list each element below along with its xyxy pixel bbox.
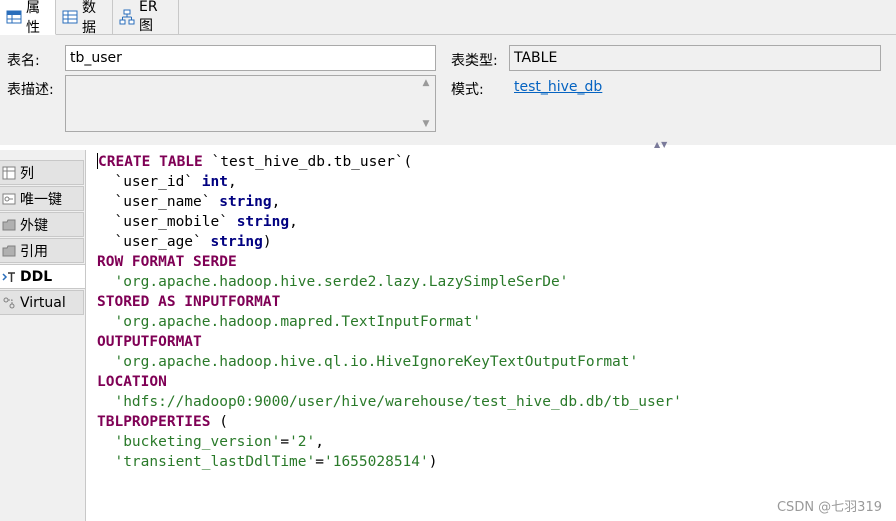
ddl-token: ROW FORMAT SERDE [97,254,237,270]
ddl-token: int [201,174,228,190]
ddl-line: `user_mobile` string, [97,212,887,232]
ddl-line: 'bucketing_version'='2', [97,432,887,452]
ddl-token: TBLPROPERTIES [97,414,211,430]
side-tab-virtual[interactable]: Virtual [0,290,84,315]
ddl-token: 'org.apache.hadoop.hive.ql.io.HiveIgnore… [97,354,639,370]
tab-data[interactable]: 数据 [56,0,113,36]
properties-form: 表名: tb_user 表类型: TABLE 表描述: ▲ ▼ 模式: test… [0,35,896,145]
description-label: 表描述: [7,82,54,98]
side-tab-foreign-keys[interactable]: 外键 [0,212,84,237]
side-tab-columns[interactable]: 列 [0,160,84,185]
ddl-token: `user_id` [97,174,202,190]
scroll-down-icon[interactable]: ▼ [423,119,430,129]
ddl-token: ) [262,234,272,250]
ddl-token: ( [210,414,228,430]
side-tab-ddl[interactable]: DDL [0,264,85,289]
ddl-line: 'org.apache.hadoop.hive.ql.io.HiveIgnore… [97,352,887,372]
ddl-line: CREATE TABLE `test_hive_db.tb_user`( [97,152,887,172]
ddl-token: 'org.apache.hadoop.hive.serde2.lazy.Lazy… [97,274,569,290]
ddl-token: `user_name` [97,194,220,210]
ddl-token: `user_mobile` [97,214,237,230]
data-grid-icon [62,10,78,24]
ddl-token: `test_hive_db.tb_user`( [202,154,413,170]
watermark: CSDN @七羽319 [776,500,882,515]
ddl-token: 'org.apache.hadoop.mapred.TextInputForma… [97,314,482,330]
ddl-line: 'org.apache.hadoop.mapred.TextInputForma… [97,312,887,332]
ddl-token: ) [428,454,438,470]
description-scrollbar[interactable]: ▲ ▼ [419,78,433,129]
references-icon [2,245,16,256]
ddl-code-editor[interactable]: CREATE TABLE `test_hive_db.tb_user`( `us… [97,152,887,512]
ddl-token: 'transient_lastDdlTime' [97,454,316,470]
ddl-line: LOCATION [97,372,887,392]
ddl-token: string [210,234,263,250]
ddl-token: `user_age` [97,234,211,250]
editor-tab-bar: 属性 数据 ER 图 [0,0,896,36]
properties-icon [6,10,22,24]
ddl-line: ROW FORMAT SERDE [97,252,887,272]
ddl-line: 'transient_lastDdlTime'='1655028514') [97,452,887,472]
ddl-icon [2,271,15,282]
side-tab-panel: 列 唯一键 外键 引用 DDL Virtual [0,150,86,521]
tab-properties-label: 属性 [26,0,40,36]
unique-key-icon [2,193,16,204]
schema-link[interactable]: test_hive_db [514,79,602,95]
side-tab-unique-keys[interactable]: 唯一键 [0,186,84,211]
ddl-token: = [315,454,324,470]
tab-properties[interactable]: 属性 [0,0,56,36]
tab-data-label: 数据 [82,0,96,36]
ddl-token: = [280,434,290,450]
ddl-line: TBLPROPERTIES ( [97,412,887,432]
ddl-line: STORED AS INPUTFORMAT [97,292,887,312]
table-name-label: 表名: [7,53,40,69]
foreign-key-icon [2,219,16,230]
ddl-token: LOCATION [97,374,167,390]
side-tab-foreign-keys-label: 外键 [20,217,48,234]
ddl-token: CREATE TABLE [98,154,203,170]
side-tab-references-label: 引用 [20,243,48,260]
ddl-token: string [219,194,272,210]
ddl-token: , [227,174,237,190]
schema-label: 模式: [451,82,484,98]
ddl-token: string [236,214,290,230]
ddl-token: 'bucketing_version' [97,434,281,450]
ddl-token: , [289,214,298,230]
ddl-line: `user_name` string, [97,192,887,212]
description-textarea[interactable]: ▲ ▼ [65,75,436,132]
side-tab-references[interactable]: 引用 [0,238,84,263]
ddl-token: '1655028514' [323,454,429,470]
ddl-token: , [271,194,281,210]
splitter-toggle-icon[interactable]: ▲▼ [654,140,668,149]
ddl-token: 'hdfs://hadoop0:9000/user/hive/warehouse… [97,394,682,410]
er-diagram-icon [119,9,135,25]
side-tab-ddl-label: DDL [20,268,53,285]
ddl-token: OUTPUTFORMAT [97,334,202,350]
side-tab-columns-label: 列 [20,165,34,182]
ddl-token: '2' [289,434,316,450]
table-type-field: TABLE [509,45,881,71]
side-tab-unique-keys-label: 唯一键 [20,191,62,208]
side-tab-virtual-label: Virtual [20,294,66,311]
scroll-up-icon[interactable]: ▲ [423,78,430,88]
ddl-line: `user_age` string) [97,232,887,252]
tab-er-diagram[interactable]: ER 图 [113,0,179,34]
table-type-label: 表类型: [451,53,498,69]
virtual-icon [3,297,15,308]
ddl-line: 'org.apache.hadoop.hive.serde2.lazy.Lazy… [97,272,887,292]
ddl-line: OUTPUTFORMAT [97,332,887,352]
columns-icon [2,166,16,179]
ddl-line: 'hdfs://hadoop0:9000/user/hive/warehouse… [97,392,887,412]
table-name-field[interactable]: tb_user [65,45,436,71]
ddl-token: , [315,434,324,450]
ddl-line: `user_id` int, [97,172,887,192]
ddl-token: STORED AS INPUTFORMAT [97,294,281,310]
tab-er-diagram-label: ER 图 [139,0,158,34]
